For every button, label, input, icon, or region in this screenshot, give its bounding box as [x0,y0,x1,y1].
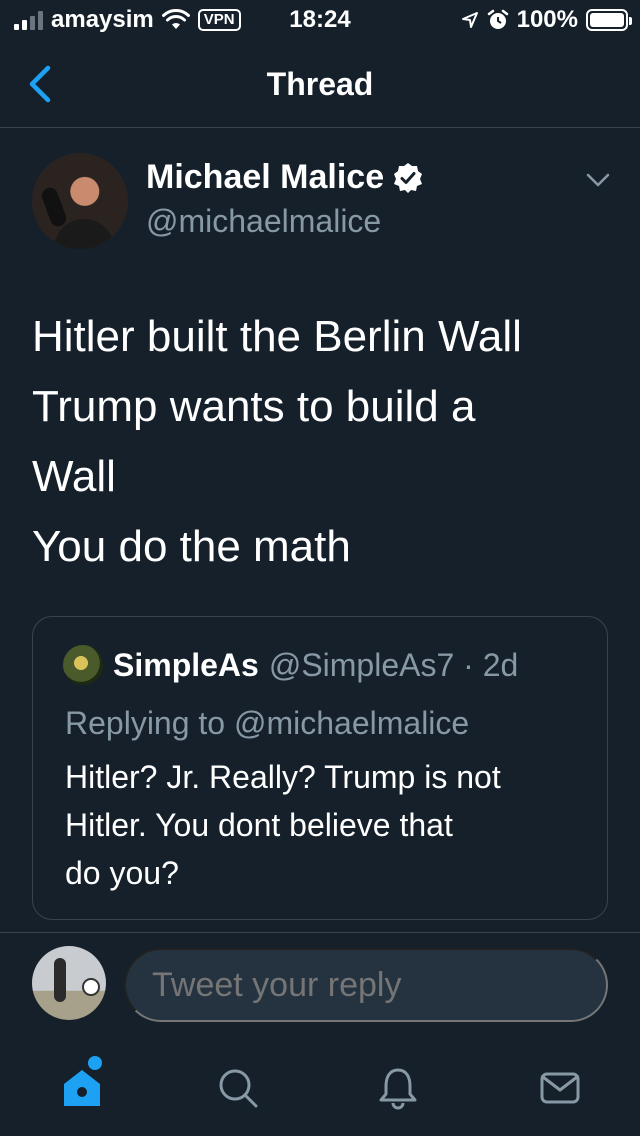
quoted-tweet-header: SimpleAs @SimpleAs7 · 2d [63,645,518,685]
tab-home[interactable] [56,1062,108,1114]
author-handle[interactable]: @michaelmalice [146,203,381,240]
author-avatar[interactable] [32,153,128,249]
quoted-author-avatar [63,645,103,685]
home-icon [64,1070,100,1106]
envelope-icon [540,1072,580,1104]
tweet-text: Hitler built the Berlin Wall Trump wants… [32,302,612,582]
replying-to-line: Replying to @michaelmalice [65,705,469,742]
page-title: Thread [266,66,374,102]
verified-badge-icon [394,162,423,193]
tweet-text-line: Wall [32,452,116,501]
author-name[interactable]: Michael Malice [146,158,384,197]
tweet-text-line: Trump wants to build a [32,382,476,431]
replying-to-prefix: Replying to [65,705,226,741]
quoted-text-line: do you? [65,855,179,891]
search-icon [219,1069,258,1108]
tweet-text-line: Hitler built the Berlin Wall [32,312,522,361]
alarm-icon [487,9,508,29]
tab-search[interactable] [212,1062,264,1114]
user-avatar[interactable] [32,946,106,1020]
thread-screen: amaysim VPN 18:24 100% Thread Michael Ma… [0,0,640,1136]
location-arrow-icon [461,12,478,28]
battery-icon [586,9,632,31]
battery-percent: 100% [516,6,578,33]
divider [0,932,640,933]
status-right: 100% [461,6,632,34]
replying-to-mention: @michaelmalice [233,705,470,741]
quoted-tweet-card[interactable]: SimpleAs @SimpleAs7 · 2d Replying to @mi… [32,616,608,920]
quoted-text-line: Hitler. You dont believe that [65,807,453,843]
new-content-indicator [88,1056,102,1070]
reply-input[interactable] [124,948,608,1022]
quoted-author-meta: @SimpleAs7 · 2d [268,646,519,683]
status-bar: amaysim VPN 18:24 100% [0,0,640,40]
chevron-down-icon [586,173,610,187]
quoted-text-line: Hitler? Jr. Really? Trump is not [65,759,501,795]
author-name-row[interactable]: Michael Malice [146,158,424,197]
navigation-bar: Thread [0,40,640,128]
tweet-text-line: You do the math [32,522,351,571]
quoted-author-name: SimpleAs [113,646,259,683]
tab-notifications[interactable] [372,1062,424,1114]
bell-icon [379,1068,417,1110]
quoted-tweet-text: Hitler? Jr. Really? Trump is not Hitler.… [65,753,595,897]
tab-messages[interactable] [534,1062,586,1114]
tweet-options-button[interactable] [582,164,614,196]
tab-bar [0,1040,640,1136]
